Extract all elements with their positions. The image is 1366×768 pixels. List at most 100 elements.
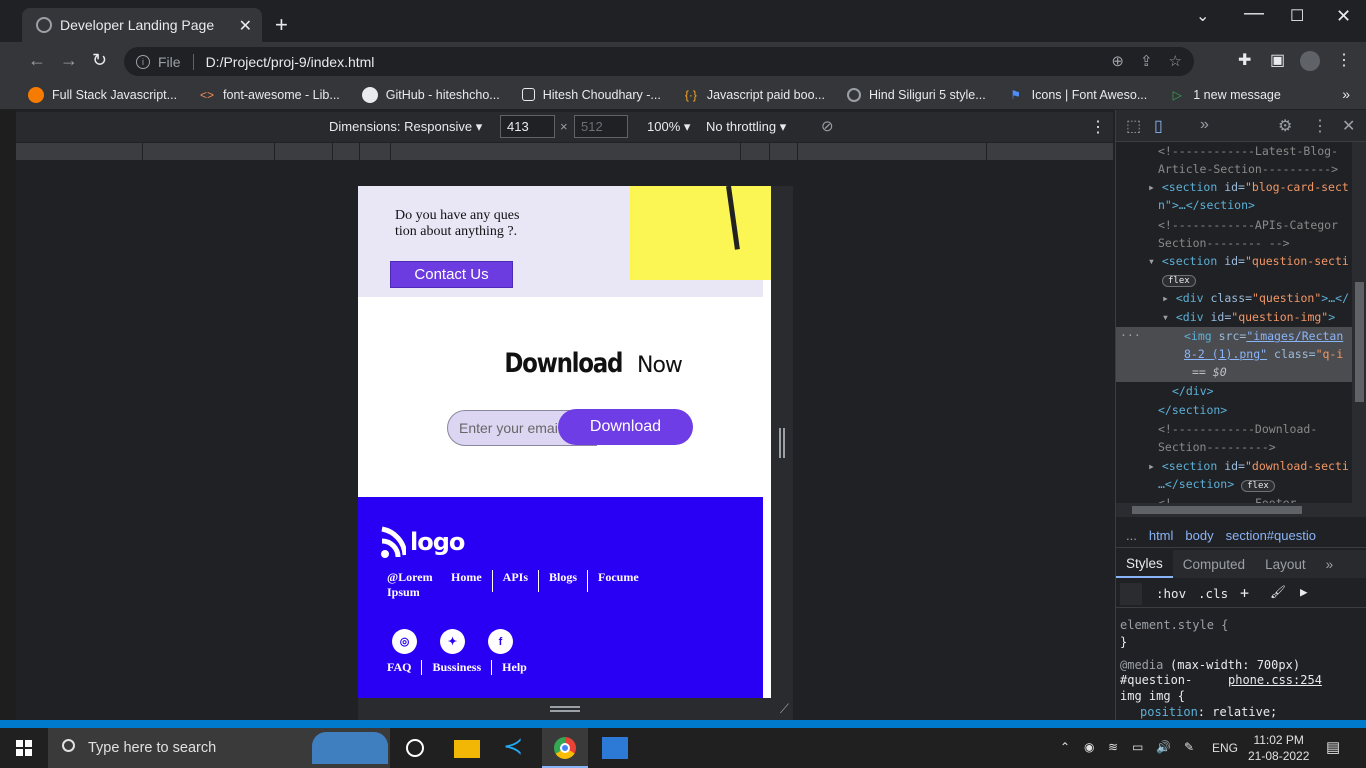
- reload-icon[interactable]: ↻: [92, 50, 107, 71]
- task-view-icon[interactable]: [406, 739, 424, 757]
- style-value[interactable]: relative;: [1212, 705, 1277, 719]
- tab-more[interactable]: »: [1316, 550, 1344, 578]
- tray-camera-icon[interactable]: ◉: [1084, 740, 1094, 754]
- bookmark-item[interactable]: <> font-awesome - Lib...: [199, 87, 340, 103]
- tray-volume-icon[interactable]: 🔊: [1156, 740, 1171, 754]
- bookmark-item[interactable]: Full Stack Javascript...: [28, 86, 177, 103]
- breadcrumb-ellipsis[interactable]: ...: [1126, 528, 1137, 543]
- menu-kebab-icon[interactable]: ⋮: [1336, 50, 1352, 70]
- filter-input[interactable]: [1120, 583, 1142, 605]
- side-panel-icon[interactable]: ▣: [1270, 50, 1285, 70]
- paint-icon[interactable]: 🖌: [1270, 584, 1286, 600]
- inspect-element-icon[interactable]: ⬚: [1126, 116, 1141, 136]
- windows-start-icon[interactable]: [16, 740, 32, 756]
- star-icon[interactable]: ☆: [1169, 52, 1182, 70]
- elements-tree[interactable]: <!------------Latest-Blog- Article-Secti…: [1116, 142, 1352, 514]
- bookmark-item[interactable]: Hitesh Choudhary -...: [521, 88, 661, 102]
- language-indicator[interactable]: ENG: [1212, 741, 1238, 755]
- breadcrumb-html[interactable]: html: [1149, 528, 1174, 543]
- tray-wifi-icon[interactable]: ≋: [1108, 740, 1118, 754]
- width-input[interactable]: 413: [500, 115, 555, 138]
- extensions-icon[interactable]: ✚: [1238, 50, 1251, 70]
- elements-scrollbar[interactable]: [1352, 142, 1366, 514]
- devtools-menu-icon[interactable]: ⋮: [1312, 116, 1328, 136]
- dom-node-question-div[interactable]: ▸ <div class="question">…</: [1162, 291, 1349, 305]
- share-icon[interactable]: ⇪: [1140, 52, 1153, 70]
- footer-link-blogs[interactable]: Blogs: [539, 570, 589, 592]
- footer-link-home[interactable]: Home: [441, 570, 493, 592]
- close-devtools-icon[interactable]: ✕: [1342, 116, 1355, 136]
- vscode-icon[interactable]: ≺: [503, 732, 529, 760]
- back-icon[interactable]: ←: [28, 50, 46, 71]
- profile-avatar[interactable]: [1300, 51, 1320, 71]
- info-icon[interactable]: i: [136, 54, 150, 69]
- close-tab-icon[interactable]: ✕: [239, 16, 252, 36]
- device-toolbar-menu-icon[interactable]: ⋮: [1090, 117, 1106, 137]
- footer-link-faq[interactable]: FAQ: [387, 660, 423, 675]
- styles-pane[interactable]: element.style { } @media (max-width: 700…: [1116, 610, 1352, 720]
- settings-gear-icon[interactable]: ⚙: [1278, 116, 1292, 136]
- facebook-icon[interactable]: f: [488, 629, 513, 654]
- cls-toggle[interactable]: .cls: [1198, 586, 1228, 601]
- bookmark-item[interactable]: GitHub - hiteshcho...: [361, 86, 500, 103]
- footer-link-focume[interactable]: Focume: [588, 570, 649, 592]
- media-query-bar[interactable]: [16, 143, 1113, 160]
- bottom-grip-icon[interactable]: [550, 706, 580, 712]
- address-bar[interactable]: i File D:/Project/proj-9/index.html ⊕ ⇪ …: [124, 47, 1194, 76]
- photos-icon[interactable]: [602, 737, 628, 759]
- flex-badge[interactable]: flex: [1241, 480, 1275, 492]
- dom-node-img[interactable]: <img src="images/Rectan: [1184, 329, 1343, 343]
- dom-node-download[interactable]: ▸ <section id="download-secti: [1148, 459, 1349, 473]
- tray-chevron-icon[interactable]: ⌃: [1060, 740, 1070, 754]
- forward-icon[interactable]: →: [60, 50, 78, 71]
- hov-toggle[interactable]: :hov: [1156, 586, 1186, 601]
- dom-node-question[interactable]: ▾ <section id="question-secti: [1148, 254, 1349, 268]
- device-toggle-icon[interactable]: ▯: [1154, 116, 1163, 136]
- dom-ellipsis-icon[interactable]: ···: [1120, 328, 1141, 342]
- bookmark-item[interactable]: ▷ 1 new message: [1169, 87, 1281, 103]
- elements-h-scrollbar[interactable]: [1116, 503, 1366, 517]
- dom-node-blog[interactable]: ▸ <section id="blog-card-sect: [1148, 180, 1349, 194]
- weather-widget-icon[interactable]: [312, 732, 388, 764]
- tab-layout[interactable]: Layout: [1255, 550, 1316, 578]
- device-bottom-resizer[interactable]: ⟋: [358, 698, 793, 720]
- tray-pen-icon[interactable]: ✎: [1184, 740, 1194, 754]
- taskbar-clock[interactable]: 11:02 PM 21-08-2022: [1248, 732, 1309, 764]
- style-prop[interactable]: position: [1140, 705, 1198, 719]
- bookmark-item[interactable]: Hind Siliguri 5 style...: [846, 87, 986, 102]
- more-tabs-icon[interactable]: »: [1200, 116, 1209, 134]
- maximize-icon[interactable]: ☐: [1290, 6, 1304, 26]
- dimensions-select[interactable]: Dimensions: Responsive ▾: [329, 119, 482, 135]
- footer-link-help[interactable]: Help: [492, 660, 537, 675]
- corner-resize-icon[interactable]: ⟋: [780, 701, 789, 717]
- footer-logo[interactable]: logo: [380, 525, 465, 559]
- zoom-select[interactable]: 100% ▾: [647, 119, 690, 135]
- chrome-taskbar-item[interactable]: [542, 728, 588, 768]
- browser-tab[interactable]: Developer Landing Page ✕: [22, 8, 262, 42]
- tab-computed[interactable]: Computed: [1173, 550, 1255, 578]
- throttling-select[interactable]: No throttling ▾: [706, 119, 786, 135]
- contact-us-button[interactable]: Contact Us: [390, 261, 513, 288]
- dom-link[interactable]: 8-2 (1).png": [1184, 347, 1267, 361]
- breadcrumb-section[interactable]: section#questio: [1226, 528, 1316, 543]
- tray-battery-icon[interactable]: ▭: [1132, 740, 1143, 754]
- style-source-link[interactable]: phone.css:254: [1228, 673, 1322, 687]
- twitter-icon[interactable]: ✦: [440, 629, 465, 654]
- close-window-icon[interactable]: ✕: [1336, 6, 1351, 27]
- tab-styles[interactable]: Styles: [1116, 550, 1173, 578]
- breadcrumb-body[interactable]: body: [1185, 528, 1213, 543]
- dom-link[interactable]: "images/Rectan: [1246, 329, 1343, 343]
- minimize-icon[interactable]: —: [1244, 2, 1264, 25]
- zoom-icon[interactable]: ⊕: [1111, 52, 1124, 70]
- dom-node-question-img[interactable]: ▾ <div id="question-img">: [1162, 310, 1335, 324]
- file-explorer-icon[interactable]: [454, 740, 480, 758]
- download-button[interactable]: Download: [558, 409, 693, 445]
- new-tab-icon[interactable]: +: [275, 12, 288, 38]
- bookmark-item[interactable]: {·} Javascript paid boo...: [683, 87, 825, 103]
- bookmark-item[interactable]: ⚑ Icons | Font Aweso...: [1008, 87, 1147, 103]
- more-bookmarks-icon[interactable]: »: [1342, 86, 1350, 102]
- add-rule-icon[interactable]: +: [1240, 584, 1249, 602]
- instagram-icon[interactable]: ◎: [392, 629, 417, 654]
- notification-icon[interactable]: ▤: [1326, 738, 1340, 756]
- sidebar-toggle-icon[interactable]: ▶: [1300, 584, 1308, 599]
